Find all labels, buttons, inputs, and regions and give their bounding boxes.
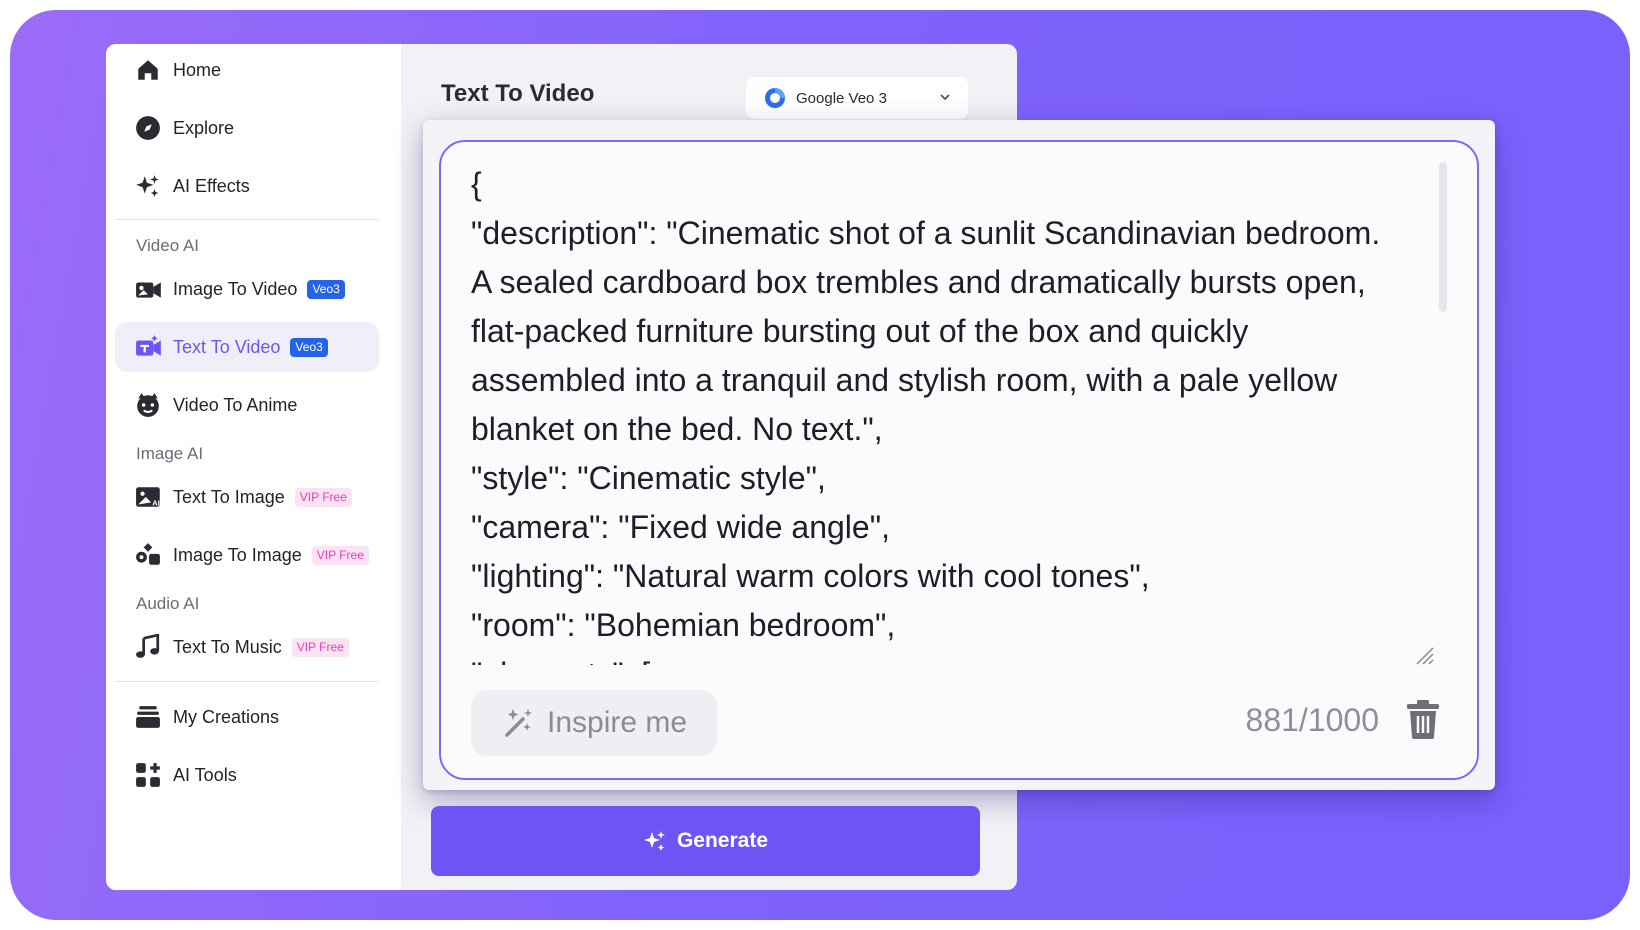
chevron-down-icon (938, 90, 952, 104)
sidebar-divider (115, 681, 379, 682)
generate-label: Generate (676, 829, 769, 852)
sidebar-item-label: Home (173, 59, 222, 80)
vip-free-badge: VIP Free (311, 545, 369, 565)
sidebar-item-label: Text To Video (173, 336, 281, 357)
section-title-audio-ai: Audio AI (136, 594, 200, 613)
section-title-image-ai: Image AI (136, 444, 204, 463)
google-veo-logo (764, 87, 786, 109)
sidebar-item-image-to-image[interactable]: Image To Image VIP Free (115, 530, 379, 580)
magic-wand-icon (503, 707, 535, 739)
sidebar-item-explore[interactable]: Explore (115, 103, 379, 153)
image-video-icon (135, 274, 165, 304)
model-dropdown[interactable]: Google Veo 3 (746, 77, 968, 119)
sidebar-item-label: AI Tools (173, 764, 237, 785)
home-icon (135, 55, 165, 85)
sidebar-item-text-to-video[interactable]: Text To Video Veo3 (115, 322, 379, 372)
stack-icon (135, 702, 165, 732)
generate-button[interactable]: Generate (431, 806, 980, 876)
sparkles-icon (643, 829, 667, 853)
prompt-textarea[interactable]: { "description": "Cinematic shot of a su… (471, 160, 1401, 665)
inspire-me-button[interactable]: Inspire me (471, 690, 717, 756)
vip-free-badge: VIP Free (294, 487, 352, 507)
text-video-icon (135, 332, 165, 362)
sidebar-item-home[interactable]: Home (115, 45, 379, 95)
model-name: Google Veo 3 (796, 89, 887, 107)
page-title: Text To Video (441, 80, 595, 107)
prompt-scrollbar[interactable] (1439, 162, 1447, 312)
trash-icon[interactable] (1403, 698, 1443, 740)
text-image-icon: AI (135, 482, 165, 512)
sidebar-item-label: Text To Music (173, 636, 282, 657)
veo3-badge: Veo3 (290, 337, 328, 357)
sidebar-divider (115, 219, 379, 220)
sidebar-item-label: Explore (173, 117, 235, 138)
sidebar-item-text-to-image[interactable]: AI Text To Image VIP Free (115, 472, 379, 522)
svg-text:AI: AI (152, 499, 160, 508)
image-swap-icon (135, 540, 165, 570)
prompt-editor[interactable]: { "description": "Cinematic shot of a su… (439, 140, 1479, 780)
compass-icon (135, 113, 165, 143)
sparkles-icon (135, 171, 165, 201)
sidebar-item-label: Image To Video (173, 278, 298, 299)
sidebar-item-image-to-video[interactable]: Image To Video Veo3 (115, 264, 379, 314)
sidebar: Home Explore AI Effects Video AI Image T… (106, 44, 401, 890)
sidebar-item-ai-tools[interactable]: AI Tools (115, 750, 379, 800)
sidebar-item-label: Image To Image (173, 544, 302, 565)
sidebar-item-ai-effects[interactable]: AI Effects (115, 161, 379, 211)
veo3-badge: Veo3 (307, 279, 345, 299)
sidebar-item-label: Text To Image (173, 486, 285, 507)
anime-face-icon (135, 390, 165, 420)
sidebar-item-my-creations[interactable]: My Creations (115, 692, 379, 742)
section-title-video-ai: Video AI (136, 236, 200, 255)
sidebar-item-label: Video To Anime (173, 394, 298, 415)
prompt-card: { "description": "Cinematic shot of a su… (423, 120, 1495, 790)
music-note-icon (135, 632, 165, 662)
sidebar-item-text-to-music[interactable]: Text To Music VIP Free (115, 622, 379, 672)
sidebar-item-label: AI Effects (173, 175, 250, 196)
inspire-me-label: Inspire me (547, 706, 688, 739)
vip-free-badge: VIP Free (291, 637, 349, 657)
character-counter: 881/1000 (1245, 702, 1379, 738)
sidebar-item-video-to-anime[interactable]: Video To Anime (115, 380, 379, 430)
grid-plus-icon (135, 760, 165, 790)
sidebar-item-label: My Creations (173, 706, 280, 727)
resize-handle-icon[interactable] (1411, 642, 1435, 666)
